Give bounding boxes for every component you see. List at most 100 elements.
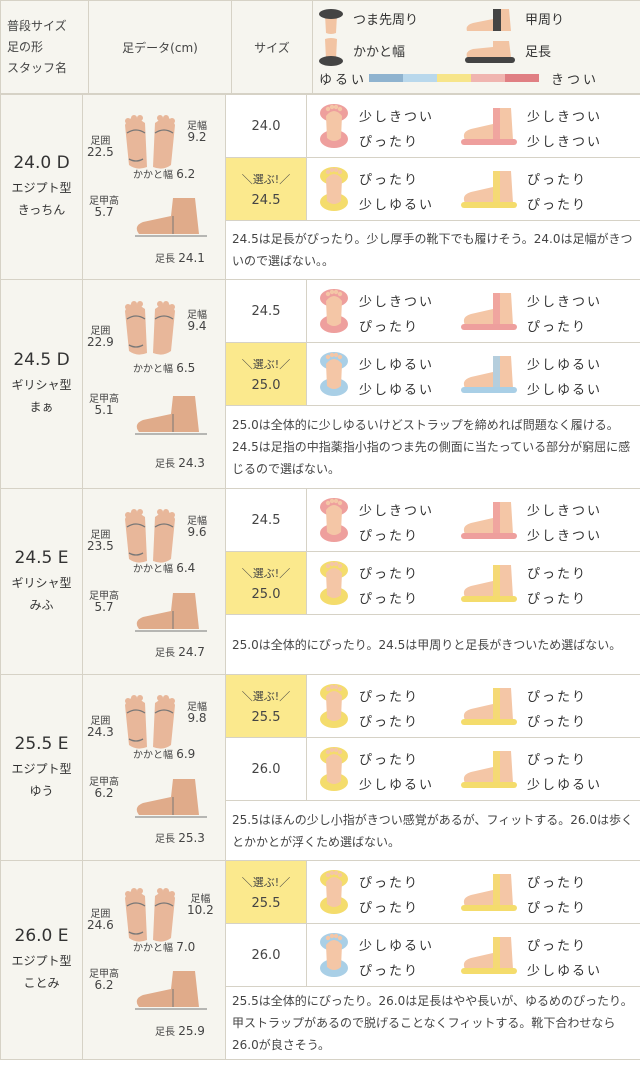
toe-fit: 少しきつい — [359, 110, 435, 125]
staff-usual-size: 25.5 E — [14, 733, 69, 754]
width-label: 足幅 9.2 — [187, 121, 207, 145]
length-value: 24.1 — [178, 250, 205, 265]
staff-name: きっちん — [17, 203, 66, 217]
staff-name: みふ — [29, 597, 54, 612]
girth-value: 24.3 — [87, 725, 114, 740]
instep-length-fit-icon — [459, 559, 521, 609]
pick-badge: ＼選ぶ!／ — [241, 566, 291, 580]
size-row: 24.5 E ギリシャ型 みふ 足囲 23.5 足幅 9.6 かかと幅 6.4 足甲高 5.7 足長… — [0, 488, 640, 675]
heel-fit: 少しゆるい — [359, 198, 435, 213]
toe-fit: 少しゆるい — [359, 939, 435, 954]
staff-usual-size: 24.0 D — [13, 153, 70, 173]
toe-fit: ぴったり — [359, 173, 420, 188]
fit-result-cell: ぴったり 少しゆるい ぴったり ぴったり — [306, 157, 640, 221]
length-value: 24.7 — [178, 645, 205, 660]
width-label: 足幅 9.6 — [187, 515, 207, 539]
heel-label: かかと幅 6.4 — [133, 561, 196, 576]
instep-fit: 少しきつい — [527, 110, 603, 125]
size-cell: 24.0 — [225, 94, 307, 158]
picked-size-cell: ＼選ぶ!／ 25.0 — [225, 551, 307, 615]
staff-name: ことみ — [23, 976, 60, 990]
heel-fit: ぴったり — [359, 135, 420, 150]
toe-heel-fit-icon — [317, 745, 351, 797]
staff-name: ゆう — [29, 783, 54, 798]
toe-fit: 少しきつい — [359, 504, 435, 519]
staff-comment: 25.5はほんの少し小指がきつい感覚があるが、フィットする。26.0は歩くとかか… — [225, 800, 640, 861]
toe-heel-fit-icon — [317, 496, 351, 548]
instep-fit: ぴったり — [527, 753, 588, 768]
staff-foot-type: エジプト型 — [11, 181, 72, 195]
foot-side-photo — [133, 775, 215, 827]
girth-value: 22.5 — [87, 145, 114, 160]
size-value: 26.0 — [251, 947, 281, 963]
staff-foot-type: エジプト型 — [11, 761, 72, 776]
heel-fit: ぴったり — [359, 529, 420, 544]
foot-side-photo — [133, 392, 215, 444]
length-label: 足長 24.3 — [155, 456, 205, 471]
pick-badge: ＼選ぶ!／ — [241, 172, 291, 186]
size-cell: 26.0 — [225, 737, 307, 801]
scale-bar-5 — [505, 74, 539, 82]
scale-bar-4 — [471, 74, 505, 82]
width-value: 10.2 — [187, 903, 214, 918]
width-label: 足幅 10.2 — [187, 894, 214, 918]
instep-height-value: 5.7 — [94, 599, 114, 614]
foot-data-cell: 足囲 24.3 足幅 9.8 かかと幅 6.9 足甲高 6.2 足長 25.3 — [82, 674, 226, 861]
size-row: 25.5 E エジプト型 ゆう 足囲 24.3 足幅 9.8 かかと幅 6.9 足甲高 6.2 足長… — [0, 674, 640, 861]
header-row: 普段サイズ 足の形 スタッフ名 足データ(cm) サイズ つま先周り かかと幅 — [0, 0, 640, 94]
toe-heel-fit-icon — [317, 931, 351, 983]
staff-usual-size: 26.0 E — [14, 926, 69, 946]
instep-fit: 少しきつい — [527, 504, 603, 519]
staff-foot-type: ギリシャ型 — [11, 575, 72, 590]
picked-size-cell: ＼選ぶ!／ 24.5 — [225, 157, 307, 221]
foot-side-photo — [133, 589, 215, 641]
header-foot-data: 足データ(cm) — [88, 0, 232, 94]
length-label: 足長 25.9 — [155, 1023, 205, 1038]
staff-usual-size: 24.5 E — [14, 547, 69, 568]
staff-foot-type: ギリシャ型 — [11, 378, 72, 392]
fit-result-cell: 少しきつい ぴったり 少しきつい 少しきつい — [306, 488, 640, 552]
size-value: 26.0 — [251, 761, 281, 777]
foot-top-photo — [119, 505, 181, 571]
heel-fit: ぴったり — [359, 320, 420, 335]
toe-fit: ぴったり — [359, 753, 420, 768]
toe-heel-fit-icon — [317, 559, 351, 611]
toe-heel-fit-icon — [317, 287, 351, 339]
pick-badge: ＼選ぶ!／ — [241, 875, 291, 889]
instep-fit: ぴったり — [527, 690, 588, 705]
heel-value: 6.2 — [176, 166, 196, 181]
header-legend: つま先周り かかと幅 甲周り 足長 ゆるい きつい — [312, 0, 640, 94]
heel-label: かかと幅 6.2 — [133, 166, 196, 181]
girth-label: 足囲 22.9 — [87, 326, 114, 350]
scale-bar-1 — [369, 74, 403, 82]
instep-length-fit-icon — [459, 287, 521, 337]
width-label: 足幅 9.8 — [187, 701, 207, 725]
length-value: 25.3 — [178, 831, 205, 846]
instep-length-fit-icon — [459, 682, 521, 732]
instep-length-fit-icon — [459, 496, 521, 546]
foot-top-photo — [119, 884, 181, 950]
toe-fit: ぴったり — [359, 690, 420, 705]
length-value: 25.9 — [178, 1023, 205, 1038]
size-value: 25.5 — [251, 895, 281, 911]
staff-comment: 25.0は全体的に少しゆるいけどストラップを締めれば問題なく履ける。24.5は足… — [225, 405, 640, 489]
size-value: 24.5 — [251, 192, 281, 208]
instep-height-label: 足甲高 6.2 — [89, 969, 119, 993]
scale-bar-3 — [437, 74, 471, 82]
width-value: 9.8 — [187, 710, 207, 725]
staff-comment: 25.5は全体的にぴったり。26.0は足長はやや長いが、ゆるめのぴったり。甲スト… — [225, 986, 640, 1060]
girth-label: 足囲 24.3 — [87, 716, 114, 740]
instep-fit: ぴったり — [527, 567, 588, 582]
instep-fit: ぴったり — [527, 939, 588, 954]
length-fit: ぴったり — [527, 901, 588, 916]
size-row: 26.0 E エジプト型 ことみ 足囲 24.6 足幅 10.2 かかと幅 7.0 足甲高 6.2… — [0, 860, 640, 1060]
instep-height-value: 5.1 — [94, 403, 114, 418]
fit-result-cell: 少しきつい ぴったり 少しきつい ぴったり — [306, 279, 640, 343]
instep-length-fit-icon — [459, 165, 521, 215]
instep-length-fit-icon — [459, 931, 521, 981]
length-legend-icon — [465, 41, 515, 63]
fit-result-cell: 少しゆるい ぴったり ぴったり 少しゆるい — [306, 923, 640, 987]
heel-value: 6.4 — [176, 561, 196, 576]
instep-length-fit-icon — [459, 868, 521, 918]
heel-fit: ぴったり — [359, 964, 420, 979]
